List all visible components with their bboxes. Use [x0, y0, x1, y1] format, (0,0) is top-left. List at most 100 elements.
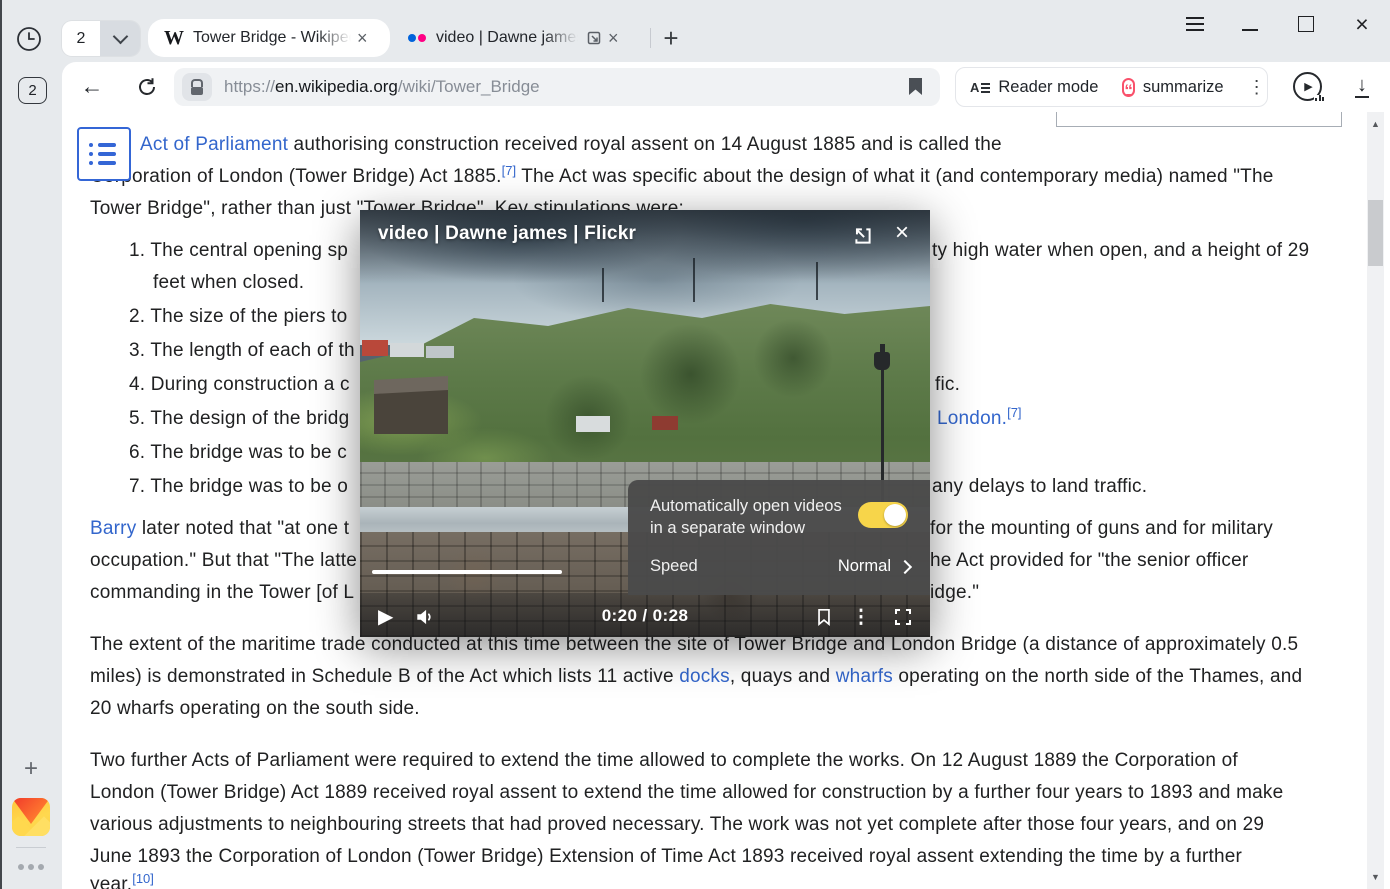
video-title: video | Dawne james | Flickr	[378, 223, 636, 245]
history-button[interactable]	[15, 25, 43, 53]
video-frame-building	[426, 346, 454, 358]
scrollbar-thumb[interactable]	[1368, 200, 1383, 266]
article-line: Barry later noted that "at one t	[90, 516, 349, 542]
download-icon-base	[1355, 96, 1369, 98]
scrollbar[interactable]: ▲ ▼	[1367, 112, 1384, 889]
article-link[interactable]: London.	[937, 408, 1007, 429]
article-line: commanding in the Tower [of L	[90, 580, 354, 606]
video-frame-hut	[652, 416, 678, 430]
url-text: https://en.wikipedia.org/wiki/Tower_Brid…	[224, 77, 540, 97]
article-text: fic.	[935, 374, 960, 395]
tab-group-dropdown[interactable]	[100, 21, 140, 56]
tab-flickr-video[interactable]: video | Dawne james ×	[408, 19, 619, 57]
site-security-chip[interactable]	[182, 73, 212, 101]
article-text: idge."	[930, 582, 979, 603]
wikipedia-search-box-partial[interactable]	[1056, 112, 1342, 127]
article-ref-link[interactable]: [7]	[502, 163, 516, 178]
article-text: year.	[90, 874, 132, 889]
url-path: /wiki/Tower_Bridge	[398, 77, 540, 96]
sidebar-add-button[interactable]: +	[19, 757, 43, 781]
article-line: year.[10]	[90, 872, 154, 889]
article-text: he Act provided for "the senior officer	[930, 550, 1248, 571]
new-tab-button[interactable]: +	[656, 22, 686, 54]
article-text: 7. The bridge was to be o	[129, 476, 348, 497]
article-text: June 1893 the Corporation of London (Tow…	[90, 846, 1242, 867]
article-text: 3. The length of each of th	[129, 340, 355, 361]
fullscreen-icon	[893, 607, 913, 627]
auto-open-toggle[interactable]	[858, 502, 908, 528]
floating-video-player[interactable]: video | Dawne james | Flickr × ▶ 0:20 / …	[360, 210, 930, 637]
article-line: 4. During construction a c	[129, 372, 350, 398]
page-tools-group: A Reader mode “ summarize ⋮	[955, 67, 1268, 107]
sidebar-tab-counter[interactable]: 2	[18, 77, 47, 104]
return-to-tab-button[interactable]	[852, 225, 874, 247]
scroll-down-arrow[interactable]: ▼	[1367, 869, 1384, 885]
article-line: feet when closed.	[153, 270, 304, 296]
close-tab-icon[interactable]: ×	[608, 28, 619, 49]
address-bar[interactable]: https://en.wikipedia.org/wiki/Tower_Brid…	[174, 68, 940, 106]
download-icon: ↓	[1357, 76, 1367, 94]
yandex-mail-icon[interactable]	[12, 798, 50, 836]
article-line: 2. The size of the piers to	[129, 304, 347, 330]
back-button[interactable]: ←	[78, 72, 106, 100]
article-text: Two further Acts of Parliament were requ…	[90, 750, 1238, 771]
article-text: various adjustments to neighbouring stre…	[90, 814, 1264, 835]
article-line: Two further Acts of Parliament were requ…	[90, 748, 1238, 774]
article-text: any delays to land traffic.	[932, 476, 1147, 497]
article-ref-link[interactable]: [10]	[132, 871, 154, 886]
summarize-button[interactable]: summarize	[1143, 78, 1224, 97]
article-link[interactable]: docks	[679, 666, 730, 687]
article-text: Corporation of London (Tower Bridge) Act…	[90, 166, 502, 187]
article-line: June 1893 the Corporation of London (Tow…	[90, 844, 1242, 870]
close-tab-icon[interactable]: ×	[357, 28, 368, 49]
video-bookmark-button[interactable]	[814, 605, 834, 629]
clock-icon	[16, 26, 42, 52]
video-frame-trailer	[576, 416, 610, 432]
chevron-right-icon	[898, 560, 912, 574]
article-text: operating on the north side of the Thame…	[893, 666, 1302, 687]
bookmark-icon[interactable]	[909, 78, 922, 95]
tab-group-count: 2	[62, 21, 100, 56]
video-fullscreen-button[interactable]	[892, 605, 914, 629]
article-link[interactable]: wharfs	[836, 666, 893, 687]
article-text: 20 wharfs operating on the south side.	[90, 698, 420, 719]
speed-menu-item[interactable]: Speed Normal	[650, 556, 910, 578]
sidebar-more-button[interactable]	[16, 862, 46, 872]
window-close-button[interactable]: ×	[1350, 11, 1374, 37]
close-video-button[interactable]: ×	[890, 220, 914, 246]
summarize-icon: “	[1122, 78, 1135, 97]
article-text: 1. The central opening sp	[129, 240, 348, 261]
reader-mode-button[interactable]: Reader mode	[998, 78, 1098, 97]
downloads-button[interactable]: ↓	[1349, 72, 1375, 102]
article-link[interactable]: Barry	[90, 518, 136, 539]
speed-value: Normal	[838, 557, 891, 576]
video-progress-bar[interactable]	[372, 570, 562, 574]
reload-button[interactable]	[134, 74, 160, 100]
play-page-aloud-button[interactable]: ▶	[1293, 72, 1322, 101]
scroll-up-arrow[interactable]: ▲	[1367, 116, 1384, 132]
return-to-tab-icon	[852, 225, 874, 247]
article-link[interactable]: Act of Parliament	[140, 134, 288, 155]
article-text: commanding in the Tower [of L	[90, 582, 354, 603]
pop-out-video-icon[interactable]	[586, 30, 602, 46]
more-tools-button[interactable]: ⋮	[1248, 77, 1266, 98]
flickr-favicon	[408, 34, 426, 42]
video-timestamp: 0:20 / 0:28	[360, 606, 930, 626]
window-menu-button[interactable]	[1186, 17, 1204, 31]
article-line: various adjustments to neighbouring stre…	[90, 812, 1264, 838]
article-line: ty high water when open, and a height of…	[932, 238, 1309, 264]
url-scheme: https://	[224, 77, 275, 96]
tab-tower-bridge[interactable]: W Tower Bridge - Wikipedi ×	[148, 19, 390, 57]
article-ref-link[interactable]: [7]	[1007, 405, 1021, 420]
article-line: for the mounting of guns and for militar…	[930, 516, 1273, 542]
toggle-knob	[884, 504, 906, 526]
tab-group-chip[interactable]: 2	[62, 21, 140, 56]
sidebar-divider	[16, 847, 46, 848]
reader-mode-icon: A	[970, 82, 990, 93]
window-maximize-button[interactable]	[1298, 16, 1314, 32]
video-more-button[interactable]: ⋮	[854, 605, 868, 629]
window-minimize-button[interactable]	[1242, 29, 1258, 31]
table-of-contents-button[interactable]	[77, 127, 131, 181]
wikipedia-favicon: W	[164, 27, 184, 50]
lock-icon	[191, 79, 203, 95]
